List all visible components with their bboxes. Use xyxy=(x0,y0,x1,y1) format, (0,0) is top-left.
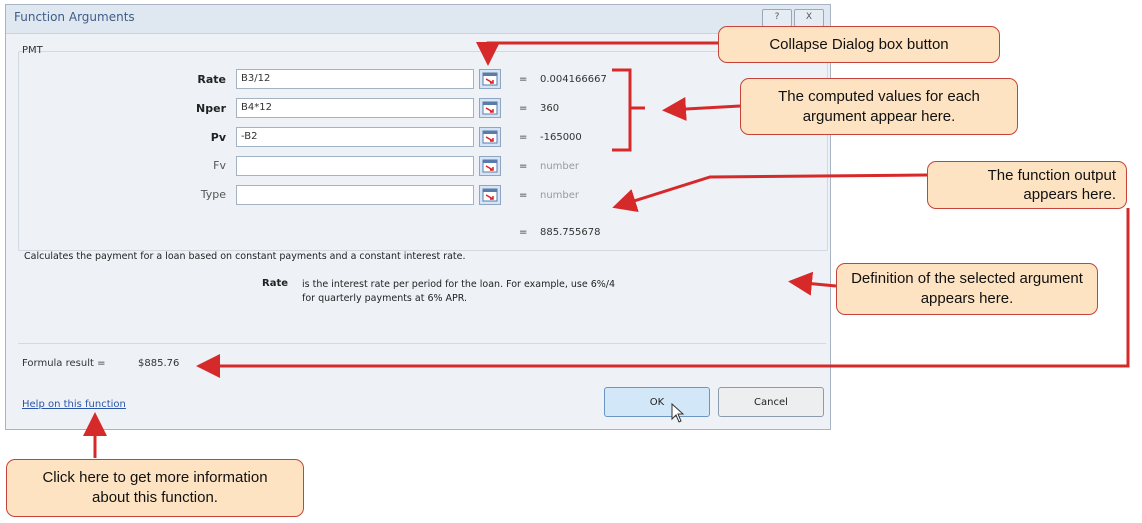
callout-function-output: The function output appears here. xyxy=(927,161,1127,209)
callout-help: Click here to get more information about… xyxy=(6,459,304,517)
callout-computed-values: The computed values for each argument ap… xyxy=(740,78,1018,135)
arrow-definition xyxy=(788,271,837,296)
callout-collapse-dialog: Collapse Dialog box button xyxy=(718,26,1000,63)
computed-values-brace xyxy=(612,68,645,152)
callout-definition: Definition of the selected argument appe… xyxy=(836,263,1098,315)
arrow-computed xyxy=(662,97,741,121)
arrow-collapse xyxy=(476,41,718,66)
arrow-output xyxy=(612,173,928,213)
